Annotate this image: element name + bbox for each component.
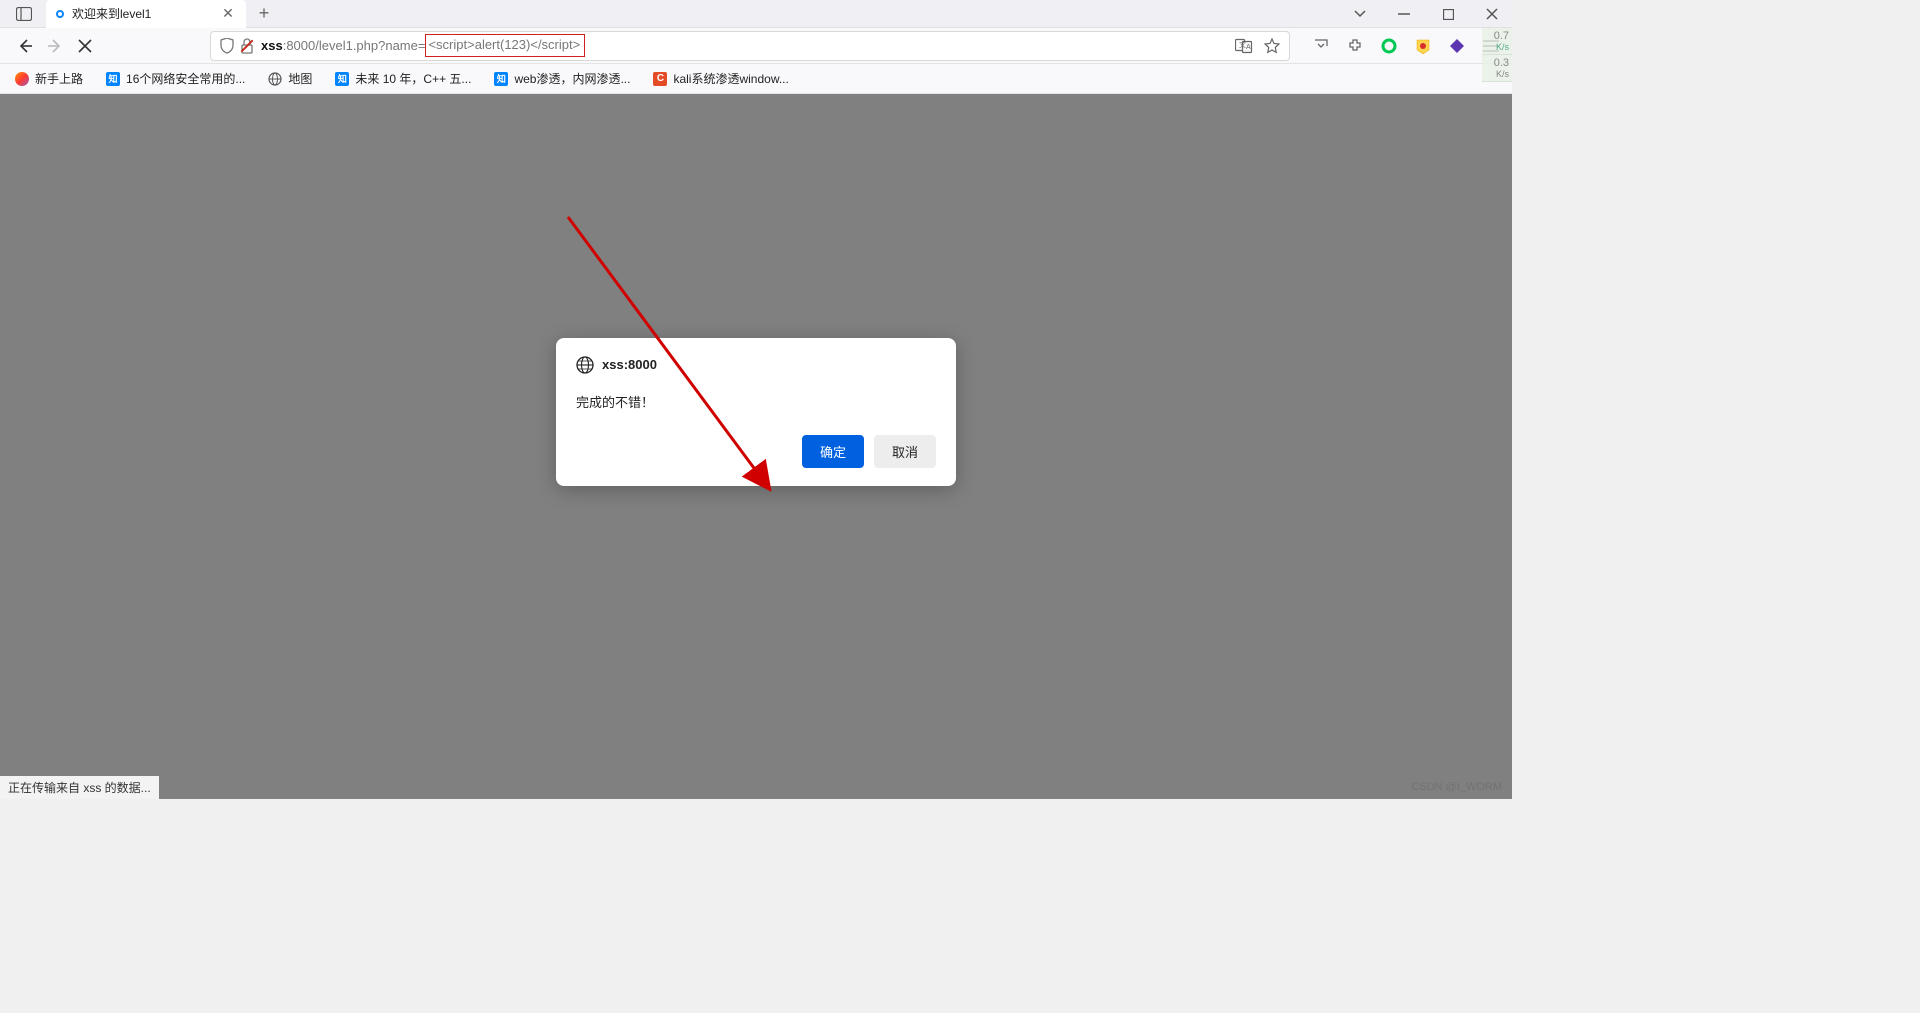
- browser-tab[interactable]: 欢迎来到level1 ✕: [46, 0, 246, 28]
- dialog-cancel-button[interactable]: 取消: [874, 435, 936, 468]
- zhihu-icon: 知: [106, 72, 120, 86]
- window-close-button[interactable]: [1480, 2, 1504, 26]
- back-button[interactable]: [10, 31, 40, 61]
- list-tabs-icon[interactable]: [1348, 2, 1372, 26]
- status-bar: 正在传输来自 xss 的数据...: [0, 776, 159, 799]
- bookmark-label: 未来 10 年，C++ 五...: [355, 70, 471, 87]
- stop-button[interactable]: [70, 31, 100, 61]
- watermark: CSDN @I_WORM: [1411, 781, 1502, 793]
- zhihu-icon: 知: [335, 72, 349, 86]
- ext-green-circle-icon[interactable]: [1378, 35, 1400, 57]
- dialog-ok-button[interactable]: 确定: [802, 435, 864, 468]
- ext-purple-diamond-icon[interactable]: [1446, 35, 1468, 57]
- svg-text:A: A: [1246, 44, 1251, 51]
- bookmark-item[interactable]: Ckali系统渗透window...: [648, 67, 792, 90]
- bookmark-item[interactable]: 知 16个网络安全常用的...: [101, 67, 249, 90]
- dialog-message: 完成的不错！: [576, 392, 936, 411]
- firefox-icon: [15, 72, 29, 86]
- bookmark-label: 新手上路: [35, 70, 83, 87]
- nav-bar: xss:8000/level1.php?name=<script>alert(1…: [0, 28, 1512, 64]
- window-controls: [1348, 0, 1504, 28]
- kali-icon: C: [653, 72, 667, 86]
- bookmark-label: web渗透，内网渗透...: [514, 70, 630, 87]
- address-bar[interactable]: xss:8000/level1.php?name=<script>alert(1…: [210, 31, 1290, 61]
- extensions-icon[interactable]: [1344, 35, 1366, 57]
- bookmark-item[interactable]: 地图: [263, 67, 316, 90]
- pocket-icon[interactable]: [1310, 35, 1332, 57]
- bookmark-label: 地图: [288, 70, 312, 87]
- dialog-origin: xss:8000: [602, 357, 657, 372]
- maximize-button[interactable]: [1436, 2, 1460, 26]
- svg-text:文: 文: [1239, 40, 1246, 49]
- ext-downloads-icon[interactable]: [1412, 35, 1434, 57]
- bookmark-item[interactable]: 新手上路: [10, 67, 87, 90]
- network-speed-widget: 0.7K/s 0.3K/s: [1482, 28, 1512, 82]
- globe-icon: [267, 71, 283, 87]
- translate-icon[interactable]: 文A: [1233, 35, 1255, 57]
- bookmark-item[interactable]: 知 web渗透，内网渗透...: [489, 67, 634, 90]
- toolbar-right: [1310, 35, 1502, 57]
- page-content: xss:8000 完成的不错！ 确定 取消 正在传输来自 xss 的数据... …: [0, 94, 1512, 799]
- shield-icon[interactable]: [217, 36, 237, 56]
- alert-dialog: xss:8000 完成的不错！ 确定 取消: [556, 338, 956, 486]
- bookmark-star-icon[interactable]: [1261, 35, 1283, 57]
- bookmark-item[interactable]: 知未来 10 年，C++ 五...: [330, 67, 475, 90]
- tab-close-icon[interactable]: ✕: [220, 6, 236, 22]
- forward-button[interactable]: [40, 31, 70, 61]
- url-text: xss:8000/level1.php?name=<script>alert(1…: [261, 34, 585, 57]
- tab-loading-icon: [56, 10, 64, 18]
- minimize-button[interactable]: [1392, 2, 1416, 26]
- tab-bar: 欢迎来到level1 ✕ +: [0, 0, 1512, 28]
- zhihu-icon: 知: [494, 72, 508, 86]
- new-tab-button[interactable]: +: [250, 0, 278, 28]
- sidebar-toggle-icon[interactable]: [8, 2, 40, 26]
- tab-title: 欢迎来到level1: [72, 5, 220, 22]
- bookmark-label: 16个网络安全常用的...: [126, 70, 245, 87]
- insecure-lock-icon[interactable]: [237, 36, 257, 56]
- url-highlighted-param: <script>alert(123)</script>: [425, 34, 585, 57]
- dialog-overlay: xss:8000 完成的不错！ 确定 取消: [0, 94, 1512, 799]
- bookmarks-bar: 新手上路 知16个网络安全常用的... 地图 知未来 10 年，C++ 五...…: [0, 64, 1512, 94]
- globe-icon: [576, 356, 594, 374]
- bookmark-label: kali系统渗透window...: [673, 70, 788, 87]
